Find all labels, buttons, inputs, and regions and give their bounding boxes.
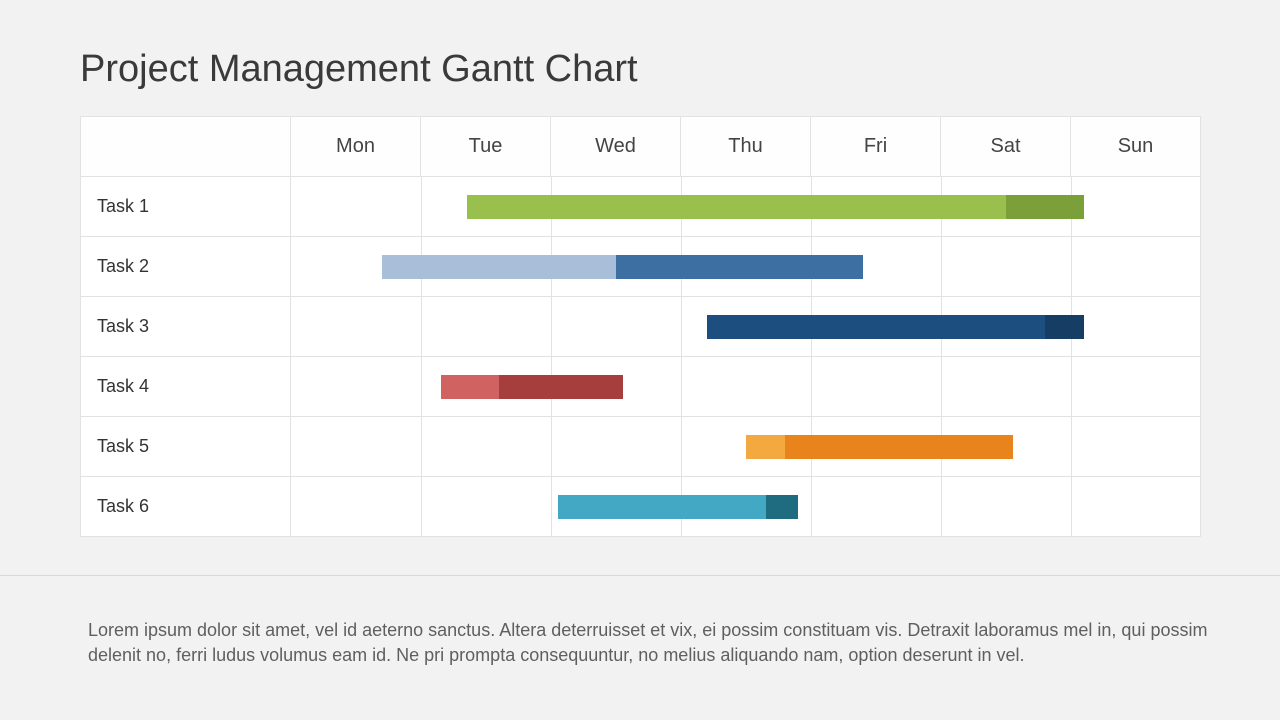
task-label: Task 6 — [81, 477, 291, 537]
header-row: Mon Tue Wed Thu Fri Sat Sun — [81, 117, 1201, 177]
gantt-bar — [441, 375, 623, 399]
task-timeline — [291, 177, 1201, 237]
task-timeline — [291, 417, 1201, 477]
header-empty — [81, 117, 291, 177]
task-label: Task 5 — [81, 417, 291, 477]
task-label: Task 2 — [81, 237, 291, 297]
gantt-bar-segment — [499, 375, 623, 399]
gantt-bar-segment — [558, 495, 766, 519]
header-day: Thu — [681, 117, 811, 177]
header-day: Wed — [551, 117, 681, 177]
task-row: Task 4 — [81, 357, 1201, 417]
gantt-bar-segment — [441, 375, 500, 399]
header-day: Sat — [941, 117, 1071, 177]
task-timeline — [291, 237, 1201, 297]
gantt-bar-segment — [467, 195, 1007, 219]
gantt-bar — [746, 435, 1013, 459]
gantt-bar — [467, 195, 1085, 219]
header-day: Tue — [421, 117, 551, 177]
gantt-bar — [382, 255, 863, 279]
task-label: Task 4 — [81, 357, 291, 417]
task-timeline — [291, 477, 1201, 537]
task-label: Task 3 — [81, 297, 291, 357]
gantt-bar-segment — [616, 255, 863, 279]
header-day: Fri — [811, 117, 941, 177]
gantt-chart: Mon Tue Wed Thu Fri Sat Sun Task 1Task 2… — [80, 116, 1200, 537]
page-title: Project Management Gantt Chart — [80, 48, 638, 91]
header-day: Sun — [1071, 117, 1201, 177]
divider — [0, 575, 1280, 576]
task-row: Task 3 — [81, 297, 1201, 357]
gantt-bar-segment — [746, 435, 785, 459]
task-row: Task 5 — [81, 417, 1201, 477]
task-row: Task 1 — [81, 177, 1201, 237]
gantt-table: Mon Tue Wed Thu Fri Sat Sun Task 1Task 2… — [80, 116, 1201, 537]
task-row: Task 6 — [81, 477, 1201, 537]
task-timeline — [291, 297, 1201, 357]
task-timeline — [291, 357, 1201, 417]
gantt-bar-segment — [1006, 195, 1084, 219]
gantt-bar-segment — [707, 315, 1045, 339]
gantt-bar-segment — [766, 495, 799, 519]
gantt-bar — [707, 315, 1084, 339]
header-day: Mon — [291, 117, 421, 177]
footer-text: Lorem ipsum dolor sit amet, vel id aeter… — [88, 618, 1220, 668]
task-row: Task 2 — [81, 237, 1201, 297]
gantt-bar-segment — [382, 255, 616, 279]
gantt-bar — [558, 495, 799, 519]
slide: Project Management Gantt Chart Mon Tue W… — [0, 0, 1280, 720]
gantt-bar-segment — [785, 435, 1013, 459]
task-label: Task 1 — [81, 177, 291, 237]
gantt-bar-segment — [1045, 315, 1084, 339]
